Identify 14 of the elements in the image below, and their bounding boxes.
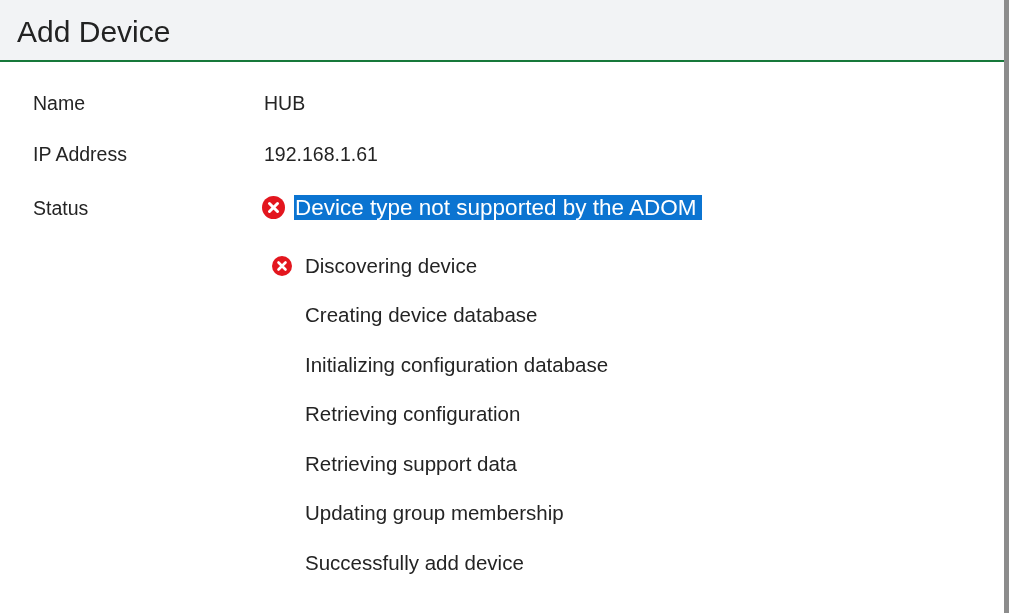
step-label: Retrieving support data <box>305 450 517 477</box>
field-label: IP Address <box>33 141 127 167</box>
step-label: Retrieving configuration <box>305 401 521 428</box>
field-label: Name <box>33 90 86 116</box>
step-label: Initializing configuration database <box>305 351 609 378</box>
dialog-title: Add Device <box>17 14 171 50</box>
step-label: Discovering device <box>305 252 478 279</box>
field-label: Status <box>33 195 89 221</box>
field-value: 192.168.1.61 <box>264 141 378 167</box>
status-message: Device type not supported by the ADOM <box>294 195 703 220</box>
step-label: Updating group membership <box>305 500 564 527</box>
field-value: HUB <box>264 90 306 116</box>
step-label: Creating device database <box>305 302 538 329</box>
step-label: Successfully add device <box>305 549 524 576</box>
